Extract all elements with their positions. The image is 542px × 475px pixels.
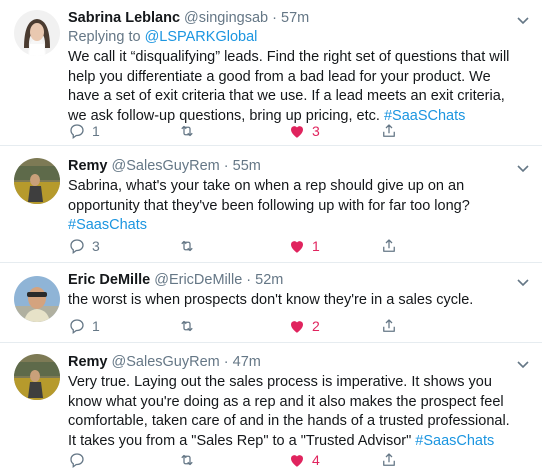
timestamp[interactable]: 47m <box>233 354 261 370</box>
retweet-icon <box>181 320 193 332</box>
author-handle[interactable]: @EricDeMille <box>154 272 242 288</box>
retweet-icon <box>181 240 193 252</box>
reply-button[interactable]: 1 <box>68 316 100 336</box>
reply-icon <box>70 453 84 469</box>
like-button[interactable]: 4 <box>288 450 320 470</box>
retweet-button[interactable] <box>178 450 202 470</box>
chevron-down-icon[interactable] <box>516 161 530 175</box>
reply-icon <box>70 124 84 140</box>
share-icon <box>383 453 395 466</box>
author-name[interactable]: Remy <box>68 158 108 174</box>
avatar[interactable] <box>14 158 60 204</box>
author-name[interactable]: Remy <box>68 354 108 370</box>
reply-button[interactable]: 1 <box>68 121 100 141</box>
reply-icon <box>70 239 84 255</box>
timestamp[interactable]: 57m <box>281 10 309 26</box>
reply-button[interactable]: 3 <box>68 236 100 256</box>
author-handle[interactable]: @SalesGuyRem <box>112 354 220 370</box>
like-button[interactable]: 1 <box>288 236 320 256</box>
chevron-down-icon[interactable] <box>516 13 530 27</box>
reply-count: 1 <box>92 318 100 334</box>
tweet-text: the worst is when prospects don't know t… <box>68 291 512 311</box>
hashtag-link[interactable]: #SaasChats <box>68 217 147 233</box>
separator: · <box>242 272 256 288</box>
separator: · <box>219 158 233 174</box>
tweet-text: We call it “disqualifying” leads. Find t… <box>68 48 512 126</box>
like-count: 1 <box>312 238 320 254</box>
retweet-icon <box>181 125 193 137</box>
tweet[interactable]: Remy @SalesGuyRem · 47m Very true. Layin… <box>0 343 542 475</box>
tweet-text: Sabrina, what's your take on when a rep … <box>68 177 512 236</box>
tweet[interactable]: Remy @SalesGuyRem · 55m Sabrina, what's … <box>0 146 542 263</box>
author-handle[interactable]: @singingsab <box>184 10 268 26</box>
timestamp[interactable]: 52m <box>255 272 283 288</box>
tweet[interactable]: Sabrina Leblanc @singingsab · 57m Replyi… <box>0 0 542 146</box>
share-button[interactable] <box>380 450 398 470</box>
heart-icon <box>291 321 303 333</box>
chevron-down-icon[interactable] <box>516 357 530 371</box>
tweet-actions: 4 <box>68 450 398 470</box>
tweet[interactable]: Eric DeMille @EricDeMille · 52m the wors… <box>0 263 542 343</box>
like-count: 4 <box>312 452 320 468</box>
avatar[interactable] <box>14 10 60 56</box>
heart-icon <box>291 126 303 138</box>
retweet-button[interactable] <box>178 121 202 141</box>
timestamp[interactable]: 55m <box>233 158 261 174</box>
reply-icon <box>70 319 84 335</box>
retweet-button[interactable] <box>178 316 202 336</box>
share-button[interactable] <box>380 121 398 141</box>
author-name[interactable]: Sabrina Leblanc <box>68 10 180 26</box>
reply-count: 3 <box>92 238 100 254</box>
heart-icon <box>291 241 303 253</box>
tweet-actions: 1 3 <box>68 121 398 141</box>
share-icon <box>383 319 395 332</box>
tweet-actions: 1 2 <box>68 316 398 336</box>
share-button[interactable] <box>380 316 398 336</box>
author-handle[interactable]: @SalesGuyRem <box>112 158 220 174</box>
reply-count: 1 <box>92 123 100 139</box>
chevron-down-icon[interactable] <box>516 275 530 289</box>
retweet-button[interactable] <box>178 236 202 256</box>
avatar[interactable] <box>14 276 60 322</box>
tweet-actions: 3 1 <box>68 236 398 256</box>
tweet-text: Very true. Laying out the sales process … <box>68 373 512 451</box>
heart-icon <box>291 455 303 467</box>
replying-to-label: Replying to <box>68 29 145 45</box>
separator: · <box>219 354 233 370</box>
like-count: 2 <box>312 318 320 334</box>
author-name[interactable]: Eric DeMille <box>68 272 150 288</box>
tweet-feed: Sabrina Leblanc @singingsab · 57m Replyi… <box>0 0 542 475</box>
replying-to-link[interactable]: @LSPARKGlobal <box>145 29 258 45</box>
replying-to: Replying to @LSPARKGlobal <box>68 28 512 47</box>
retweet-icon <box>181 454 193 466</box>
reply-button[interactable] <box>68 450 92 470</box>
like-button[interactable]: 3 <box>288 121 320 141</box>
share-button[interactable] <box>380 236 398 256</box>
separator: · <box>268 10 281 26</box>
like-count: 3 <box>312 123 320 139</box>
avatar[interactable] <box>14 354 60 400</box>
tweet-body: the worst is when prospects don't know t… <box>68 292 474 308</box>
share-icon <box>383 239 395 252</box>
share-icon <box>383 124 395 137</box>
tweet-body: Sabrina, what's your take on when a rep … <box>68 178 470 214</box>
hashtag-link[interactable]: #SaasChats <box>415 433 494 449</box>
like-button[interactable]: 2 <box>288 316 320 336</box>
